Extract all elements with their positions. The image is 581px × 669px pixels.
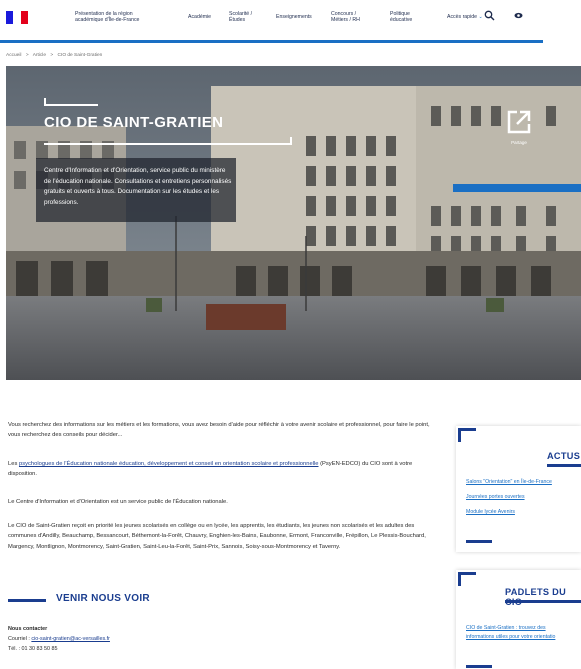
title-top-rule [44,104,98,106]
nav-item-enseignements[interactable]: Enseignements [276,14,312,20]
padlets-link-line2[interactable]: informations utiles pour votre orientati… [466,633,555,642]
actus-card: ACTUS Salons "Orientation" en Île-de-Fra… [456,426,581,552]
title-bottom-tick [290,137,292,145]
padlets-title-underline [505,600,581,603]
marianne-flag-logo[interactable] [6,11,28,24]
nav-item-concours[interactable]: Concours / Métiers / RH [331,11,360,23]
share-icon[interactable] [506,109,532,135]
section-heading-rule [8,599,46,602]
title-bottom-rule [44,143,292,145]
contact-block: Nous contacter Courriel : cio-saint-grat… [8,625,110,654]
padlets-link-line1[interactable]: CIO de Saint-Gratien : trouvez des [466,624,546,633]
breadcrumb-separator: > [50,53,54,58]
actus-title-underline [547,464,581,467]
psychologues-link[interactable]: psychologues de l'Éducation nationale éd… [19,461,319,467]
actus-link-portes-ouvertes[interactable]: Journées portes ouvertes [466,493,525,502]
hero-accent-bar [453,184,581,192]
card-corner-v [458,428,461,442]
nav-item-acces-rapide[interactable]: Accès rapide ⌄ [447,14,483,20]
service-public-paragraph: Le Centre d'Information et d'Orientation… [8,499,228,505]
actus-bottom-rule [466,540,492,543]
chevron-down-icon: ⌄ [478,14,483,20]
flag-white [13,11,21,24]
page-title: CIO DE SAINT-GRATIEN [44,114,224,131]
nav-item-region[interactable]: Présentation de la région académique d'Î… [75,11,155,23]
header-accent-rule [0,40,543,43]
contact-email-label: Courriel : [8,635,32,642]
breadcrumb: Accueil > Article > CIO de Saint-Gratien [6,53,105,58]
breadcrumb-article[interactable]: Article [33,53,46,58]
flag-red [20,11,28,24]
contact-email-link[interactable]: cio-saint-gratien@ac-versailles.fr [31,636,110,642]
nav-item-scolarite[interactable]: Scolarité / Études [229,11,252,23]
padlets-bottom-rule [466,665,492,668]
breadcrumb-current: CIO de Saint-Gratien [57,53,103,58]
intro-paragraph: Vous recherchez des informations sur les… [8,422,430,439]
search-icon[interactable] [484,10,495,24]
card-corner-v [458,572,461,586]
communes-paragraph: Le CIO de Saint-Gratien reçoit en priori… [8,523,426,550]
hero-banner: CIO DE SAINT-GRATIEN Centre d'Informatio… [6,66,581,380]
contact-phone: Tél. : 01 30 83 50 85 [8,645,58,652]
padlets-title: PADLETS DU CIO [505,587,567,607]
nav-item-politique[interactable]: Politique éducative [390,11,412,23]
actus-link-salons[interactable]: Salons "Orientation" en Île-de-France [466,478,552,487]
nav-item-academie[interactable]: Académie [188,14,211,20]
eye-icon[interactable] [513,10,524,24]
breadcrumb-separator: > [25,53,29,58]
padlets-card: PADLETS DU CIO CIO de Saint-Gratien : tr… [456,570,581,669]
actus-title: ACTUS [547,451,581,461]
contact-title: Nous contacter [8,626,48,632]
flag-blue [6,11,14,24]
acces-rapide-label: Accès rapide [447,14,477,20]
share-label: Partage [511,140,527,145]
top-navigation: Présentation de la région académique d'Î… [0,0,581,40]
section-heading: VENIR NOUS VOIR [56,593,150,604]
psychologues-prefix: Les [8,461,19,467]
contact-email-row: Courriel : cio-saint-gratien@ac-versaill… [8,635,110,645]
actus-link-avenirs[interactable]: Module lycée Avenirs [466,508,515,517]
section-venir-nous-voir: VENIR NOUS VOIR [8,591,308,611]
psychologues-paragraph: Les psychologues de l'Éducation national… [8,459,440,480]
hero-description: Centre d'Information et d'Orientation, s… [44,167,232,206]
breadcrumb-home[interactable]: Accueil [6,53,21,58]
